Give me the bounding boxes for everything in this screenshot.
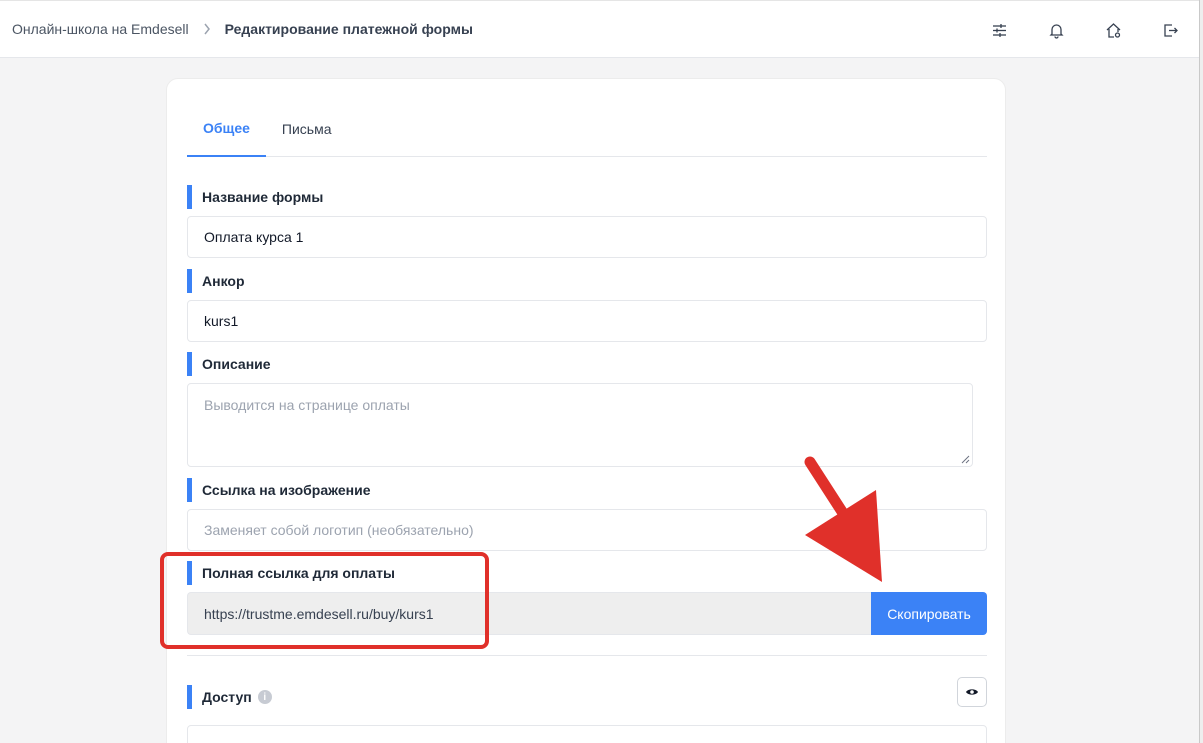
form-name-field[interactable]: Оплата курса 1 <box>187 216 987 258</box>
access-field[interactable] <box>187 725 987 743</box>
image-link-label-text: Ссылка на изображение <box>202 482 371 498</box>
payment-link-row: https://trustme.emdesell.ru/buy/kurs1 Ск… <box>187 592 987 635</box>
label-accent-bar <box>187 685 192 709</box>
info-icon[interactable]: i <box>257 690 272 704</box>
image-link-field[interactable]: Заменяет собой логотип (необязательно) <box>187 509 987 551</box>
description-placeholder: Выводится на странице оплаты <box>204 397 410 413</box>
home-settings-icon[interactable] <box>1085 1 1142 59</box>
top-icons <box>971 1 1199 59</box>
settings-sliders-icon[interactable] <box>971 1 1028 59</box>
payment-link-label-text: Полная ссылка для оплаты <box>202 565 395 581</box>
window-edge <box>1199 0 1203 743</box>
logout-icon[interactable] <box>1142 1 1199 59</box>
chevron-right-icon <box>203 23 211 35</box>
anchor-field[interactable]: kurs1 <box>187 300 987 342</box>
tab-general[interactable]: Общее <box>187 101 266 157</box>
access-label-text: Доступ <box>202 689 252 705</box>
image-link-label: Ссылка на изображение <box>187 478 371 502</box>
anchor-label-text: Анкор <box>202 273 245 289</box>
label-accent-bar <box>187 269 192 293</box>
top-bar: Онлайн-школа на Emdesell Редактирование … <box>0 0 1199 58</box>
tab-bar: Общее Письма <box>187 101 987 157</box>
resize-grip-icon[interactable] <box>961 455 970 464</box>
tab-letters[interactable]: Письма <box>266 101 348 157</box>
anchor-label: Анкор <box>187 269 245 293</box>
label-accent-bar <box>187 352 192 376</box>
description-label-text: Описание <box>202 356 271 372</box>
form-card: Общее Письма Название формы Оплата курса… <box>166 78 1006 743</box>
visibility-toggle-button[interactable] <box>957 677 987 707</box>
access-label: Доступ i <box>187 685 272 709</box>
breadcrumb-parent[interactable]: Онлайн-школа на Emdesell <box>12 21 189 37</box>
bell-icon[interactable] <box>1028 1 1085 59</box>
payment-link-label: Полная ссылка для оплаты <box>187 561 395 585</box>
copy-button[interactable]: Скопировать <box>871 592 987 635</box>
breadcrumb-current: Редактирование платежной формы <box>224 21 473 37</box>
eye-icon <box>966 689 978 695</box>
form-name-label-text: Название формы <box>202 189 324 205</box>
description-label: Описание <box>187 352 271 376</box>
label-accent-bar <box>187 185 192 209</box>
label-accent-bar <box>187 561 192 585</box>
form-name-label: Название формы <box>187 185 323 209</box>
payment-link-field[interactable]: https://trustme.emdesell.ru/buy/kurs1 <box>187 592 871 635</box>
section-divider <box>187 655 987 656</box>
description-textarea[interactable]: Выводится на странице оплаты <box>187 383 973 467</box>
label-accent-bar <box>187 478 192 502</box>
